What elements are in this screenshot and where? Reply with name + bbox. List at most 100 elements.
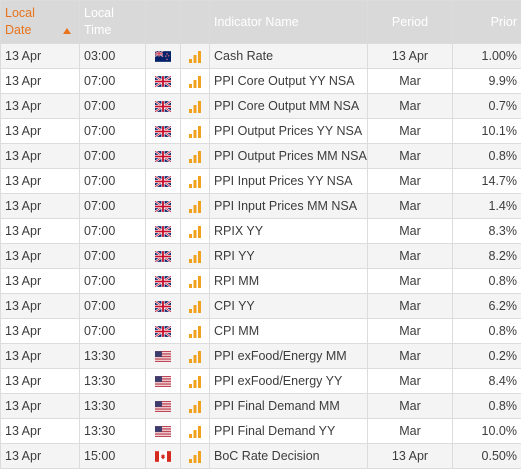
- indicator-name-cell[interactable]: PPI exFood/Energy MM: [210, 344, 368, 369]
- time-cell: 13:30: [80, 344, 146, 369]
- date-cell: 13 Apr: [1, 344, 80, 369]
- period-header[interactable]: Period: [368, 1, 453, 44]
- new-zealand-flag-icon: [155, 51, 171, 62]
- date-cell: 13 Apr: [1, 169, 80, 194]
- importance-cell: [181, 119, 210, 144]
- importance-bars-icon: [188, 100, 202, 113]
- indicator-name-cell[interactable]: PPI Output Prices YY NSA: [210, 119, 368, 144]
- indicator-name-cell[interactable]: PPI Input Prices MM NSA: [210, 194, 368, 219]
- time-cell: 07:00: [80, 269, 146, 294]
- period-header-label: Period: [392, 15, 428, 29]
- indicator-name-cell[interactable]: RPI MM: [210, 269, 368, 294]
- prior-cell: 8.3%: [453, 219, 521, 244]
- prior-cell: 6.2%: [453, 294, 521, 319]
- indicator-name-cell[interactable]: PPI Input Prices YY NSA: [210, 169, 368, 194]
- local-date-header[interactable]: Local Date: [1, 1, 80, 44]
- local-time-header-label: Local Time: [84, 5, 124, 39]
- country-flag-cell: [146, 119, 181, 144]
- uk-flag-icon: [155, 326, 171, 337]
- period-cell: Mar: [368, 69, 453, 94]
- importance-cell: [181, 294, 210, 319]
- table-row[interactable]: 13 Apr13:30PPI Final Demand MMMar0.8%: [1, 394, 521, 419]
- time-cell: 07:00: [80, 119, 146, 144]
- indicator-name-cell[interactable]: PPI Core Output MM NSA: [210, 94, 368, 119]
- period-cell: Mar: [368, 394, 453, 419]
- table-row[interactable]: 13 Apr07:00CPI MMMar0.8%: [1, 319, 521, 344]
- us-flag-icon: [155, 376, 171, 387]
- date-cell: 13 Apr: [1, 119, 80, 144]
- table-row[interactable]: 13 Apr07:00CPI YYMar6.2%: [1, 294, 521, 319]
- importance-bars-icon: [188, 50, 202, 63]
- importance-bars-icon: [188, 225, 202, 238]
- table-row[interactable]: 13 Apr13:30PPI Final Demand YYMar10.0%: [1, 419, 521, 444]
- date-cell: 13 Apr: [1, 44, 80, 69]
- country-flag-cell: [146, 244, 181, 269]
- table-row[interactable]: 13 Apr07:00PPI Output Prices YY NSAMar10…: [1, 119, 521, 144]
- date-cell: 13 Apr: [1, 319, 80, 344]
- indicator-name-cell[interactable]: PPI Final Demand MM: [210, 394, 368, 419]
- date-cell: 13 Apr: [1, 294, 80, 319]
- indicator-name-cell[interactable]: CPI YY: [210, 294, 368, 319]
- prior-header[interactable]: Prior: [453, 1, 521, 44]
- country-flag-cell: [146, 194, 181, 219]
- indicator-name-header-label: Indicator Name: [214, 15, 299, 29]
- indicator-name-cell[interactable]: RPI YY: [210, 244, 368, 269]
- table-row[interactable]: 13 Apr07:00PPI Input Prices YY NSAMar14.…: [1, 169, 521, 194]
- indicator-name-header[interactable]: Indicator Name: [210, 1, 368, 44]
- table-row[interactable]: 13 Apr13:30PPI exFood/Energy YYMar8.4%: [1, 369, 521, 394]
- time-cell: 13:30: [80, 419, 146, 444]
- importance-bars-icon: [188, 200, 202, 213]
- table-row[interactable]: 13 Apr07:00PPI Input Prices MM NSAMar1.4…: [1, 194, 521, 219]
- time-cell: 07:00: [80, 169, 146, 194]
- prior-cell: 8.4%: [453, 369, 521, 394]
- prior-cell: 0.2%: [453, 344, 521, 369]
- importance-cell: [181, 69, 210, 94]
- canada-flag-icon: [155, 451, 171, 462]
- us-flag-icon: [155, 426, 171, 437]
- table-row[interactable]: 13 Apr03:00Cash Rate13 Apr1.00%: [1, 44, 521, 69]
- table-row[interactable]: 13 Apr07:00RPI MMMar0.8%: [1, 269, 521, 294]
- indicator-name-cell[interactable]: Cash Rate: [210, 44, 368, 69]
- table-row[interactable]: 13 Apr07:00PPI Core Output YY NSAMar9.9%: [1, 69, 521, 94]
- period-cell: Mar: [368, 319, 453, 344]
- time-cell: 13:30: [80, 369, 146, 394]
- period-cell: 13 Apr: [368, 444, 453, 469]
- time-cell: 07:00: [80, 319, 146, 344]
- prior-cell: 9.9%: [453, 69, 521, 94]
- indicator-name-cell[interactable]: PPI Final Demand YY: [210, 419, 368, 444]
- prior-cell: 0.8%: [453, 394, 521, 419]
- country-flag-cell: [146, 419, 181, 444]
- importance-cell: [181, 144, 210, 169]
- indicator-name-cell[interactable]: BoC Rate Decision: [210, 444, 368, 469]
- indicator-name-cell[interactable]: PPI exFood/Energy YY: [210, 369, 368, 394]
- table-row[interactable]: 13 Apr13:30PPI exFood/Energy MMMar0.2%: [1, 344, 521, 369]
- country-header: [146, 1, 181, 44]
- prior-header-label: Prior: [491, 15, 517, 29]
- uk-flag-icon: [155, 276, 171, 287]
- prior-cell: 1.00%: [453, 44, 521, 69]
- prior-cell: 0.8%: [453, 144, 521, 169]
- importance-cell: [181, 219, 210, 244]
- period-cell: Mar: [368, 269, 453, 294]
- table-row[interactable]: 13 Apr07:00RPIX YYMar8.3%: [1, 219, 521, 244]
- date-cell: 13 Apr: [1, 219, 80, 244]
- period-cell: Mar: [368, 294, 453, 319]
- time-cell: 15:00: [80, 444, 146, 469]
- indicator-name-cell[interactable]: PPI Output Prices MM NSA: [210, 144, 368, 169]
- table-row[interactable]: 13 Apr07:00PPI Core Output MM NSAMar0.7%: [1, 94, 521, 119]
- period-cell: Mar: [368, 194, 453, 219]
- country-flag-cell: [146, 369, 181, 394]
- time-cell: 07:00: [80, 219, 146, 244]
- indicator-name-cell[interactable]: PPI Core Output YY NSA: [210, 69, 368, 94]
- table-row[interactable]: 13 Apr07:00PPI Output Prices MM NSAMar0.…: [1, 144, 521, 169]
- uk-flag-icon: [155, 251, 171, 262]
- local-time-header[interactable]: Local Time: [80, 1, 146, 44]
- table-row[interactable]: 13 Apr07:00RPI YYMar8.2%: [1, 244, 521, 269]
- date-cell: 13 Apr: [1, 269, 80, 294]
- table-row[interactable]: 13 Apr15:00BoC Rate Decision13 Apr0.50%: [1, 444, 521, 469]
- indicator-name-cell[interactable]: RPIX YY: [210, 219, 368, 244]
- importance-bars-icon: [188, 275, 202, 288]
- indicator-name-cell[interactable]: CPI MM: [210, 319, 368, 344]
- prior-cell: 8.2%: [453, 244, 521, 269]
- prior-cell: 10.0%: [453, 419, 521, 444]
